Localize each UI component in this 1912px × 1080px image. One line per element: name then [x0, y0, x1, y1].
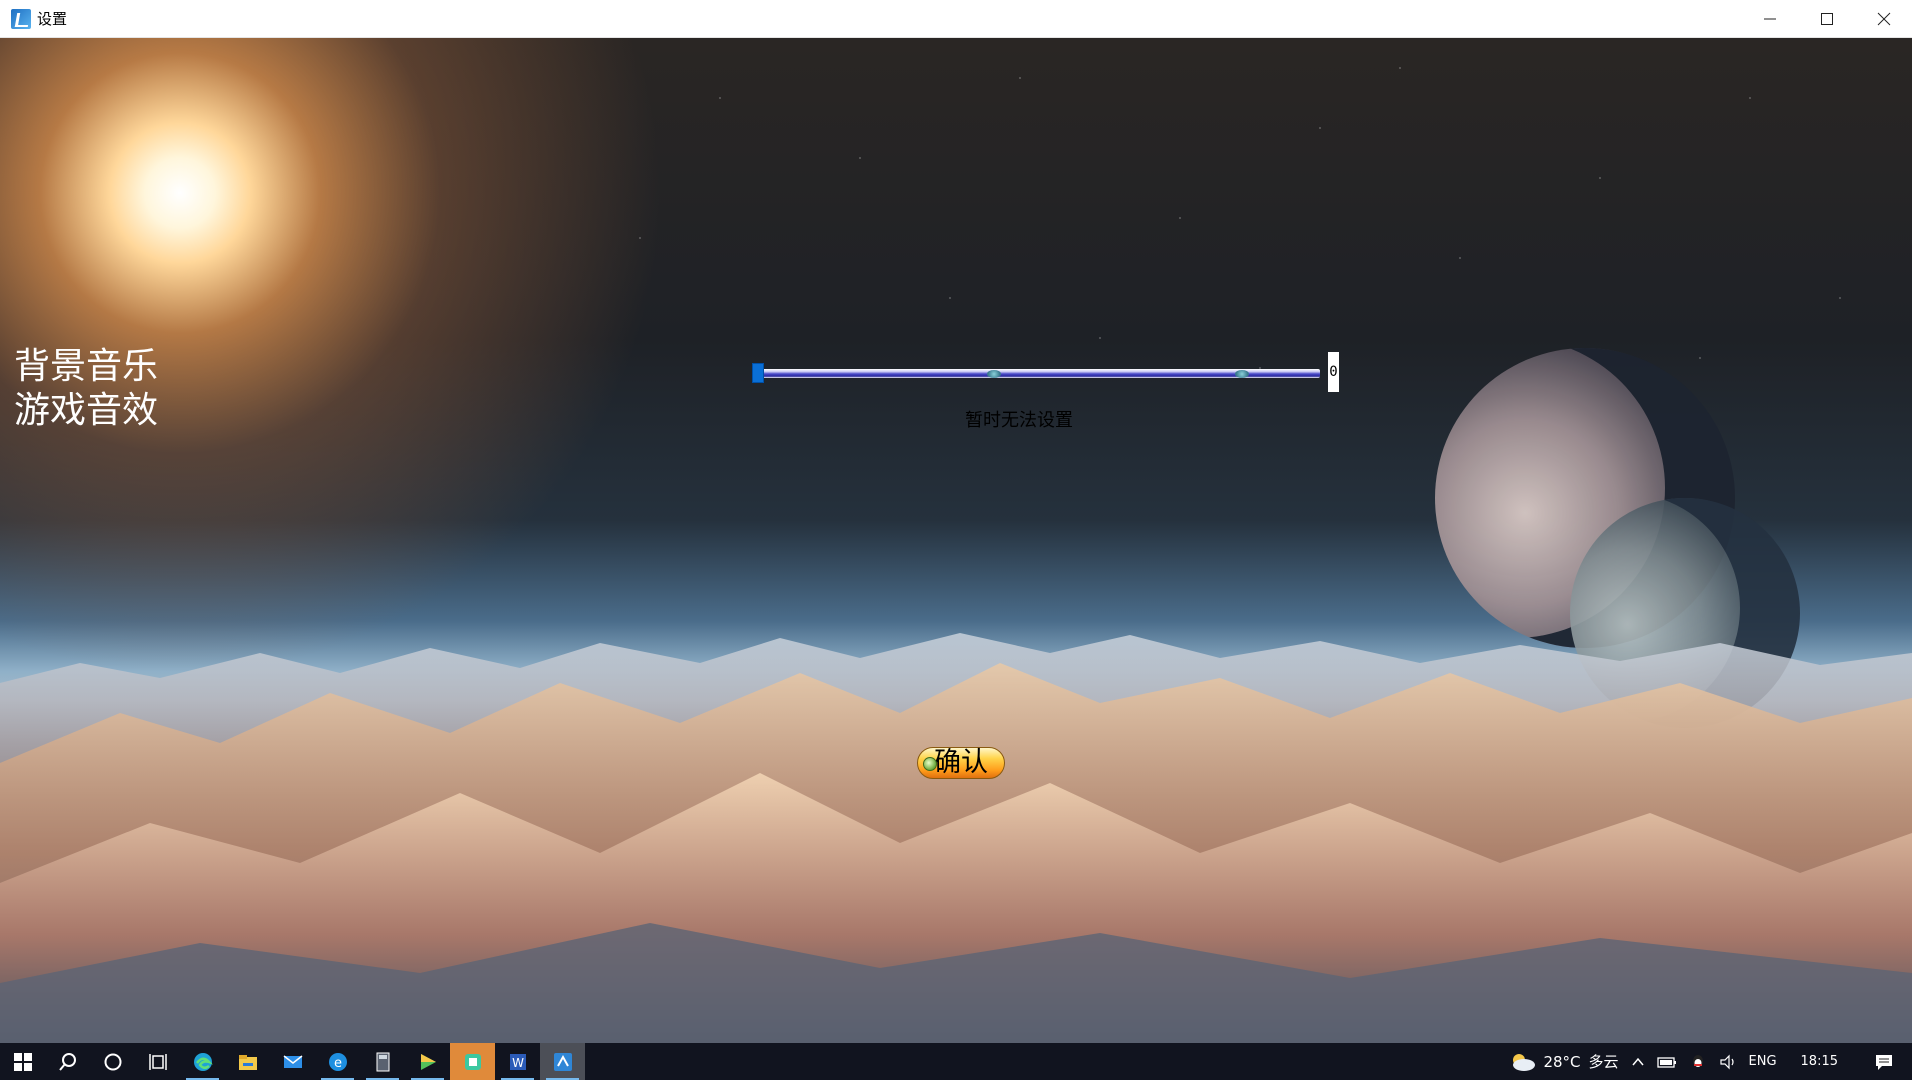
close-icon [1877, 12, 1890, 25]
gem-icon [923, 757, 937, 771]
volume-button[interactable] [1719, 1054, 1737, 1070]
volume-slider[interactable] [752, 360, 1320, 390]
notification-icon [1876, 1054, 1892, 1070]
qq-button[interactable] [1689, 1053, 1707, 1071]
window-title: 设置 [37, 10, 68, 28]
minimize-button[interactable] [1741, 0, 1798, 37]
close-button[interactable] [1855, 0, 1912, 37]
weather-temp: 28°C [1543, 1052, 1581, 1071]
input-language[interactable]: ENG [1749, 1054, 1777, 1069]
green-app-button[interactable] [450, 1043, 495, 1080]
show-hidden-icons-button[interactable] [1631, 1055, 1645, 1069]
slider-value: 0 [1328, 352, 1339, 392]
taskbar: e W 28°C 多云 ENG 18:15 [0, 1043, 1912, 1080]
cloud-icon [1513, 1053, 1536, 1071]
mail-button[interactable] [270, 1043, 315, 1080]
mountains-image [0, 633, 1912, 1043]
clock[interactable]: 18:15 [1801, 1054, 1838, 1069]
chevron-up-icon [1631, 1057, 1644, 1065]
calculator-icon [376, 1052, 389, 1071]
app-icon [11, 8, 31, 29]
task-view-button[interactable] [135, 1043, 180, 1080]
settings-labels: 背景音乐 游戏音效 [14, 345, 158, 433]
speaker-icon [1719, 1054, 1734, 1069]
file-explorer-icon [238, 1054, 257, 1070]
start-icon [13, 1052, 32, 1071]
qq-icon [1692, 1054, 1703, 1067]
word-button[interactable]: W [495, 1043, 540, 1080]
weather-desc: 多云 [1588, 1053, 1619, 1071]
calculator-button[interactable] [360, 1043, 405, 1080]
mail-icon [283, 1054, 302, 1068]
media-player-icon [420, 1053, 436, 1070]
file-explorer-button[interactable] [225, 1043, 270, 1080]
task-view-icon [148, 1053, 167, 1070]
battery-icon [1656, 1056, 1676, 1068]
title-bar: 设置 [0, 0, 1912, 38]
svg-text:e: e [334, 1056, 342, 1071]
notification-button[interactable] [1874, 1053, 1894, 1071]
edge-icon [193, 1052, 213, 1071]
background-scene [0, 38, 1912, 1043]
window-controls [1741, 0, 1912, 37]
confirm-button[interactable]: 确认 [917, 747, 1005, 779]
unavailable-notice: 暂时无法设置 [965, 410, 1073, 431]
ie-button[interactable]: e [315, 1043, 360, 1080]
settings-app-button[interactable] [540, 1043, 585, 1080]
slider-tick-mark [987, 370, 1001, 378]
media-player-button[interactable] [405, 1043, 450, 1080]
system-tray: 28°C 多云 ENG 18:15 [1503, 1043, 1912, 1080]
confirm-button-label: 确认 [934, 747, 988, 778]
word-icon: W [509, 1053, 526, 1070]
settings-app-icon [553, 1052, 572, 1071]
app-green-icon [464, 1053, 481, 1070]
cortana-icon [104, 1053, 121, 1070]
minimize-icon [1763, 18, 1776, 19]
maximize-icon [1820, 12, 1833, 25]
weather-widget[interactable]: 28°C 多云 [1509, 1051, 1619, 1072]
ie-icon: e [328, 1052, 347, 1071]
start-button[interactable] [0, 1043, 45, 1080]
svg-text:W: W [512, 1056, 524, 1070]
slider-tick-mark [1235, 370, 1249, 378]
cortana-button[interactable] [90, 1043, 135, 1080]
battery-button[interactable] [1656, 1055, 1677, 1069]
search-icon [58, 1052, 76, 1071]
maximize-button[interactable] [1798, 0, 1855, 37]
game-sound-label: 游戏音效 [14, 390, 159, 431]
search-button[interactable] [45, 1043, 90, 1080]
slider-thumb[interactable] [752, 363, 764, 383]
edge-button[interactable] [180, 1043, 225, 1080]
background-music-label: 背景音乐 [14, 346, 159, 387]
